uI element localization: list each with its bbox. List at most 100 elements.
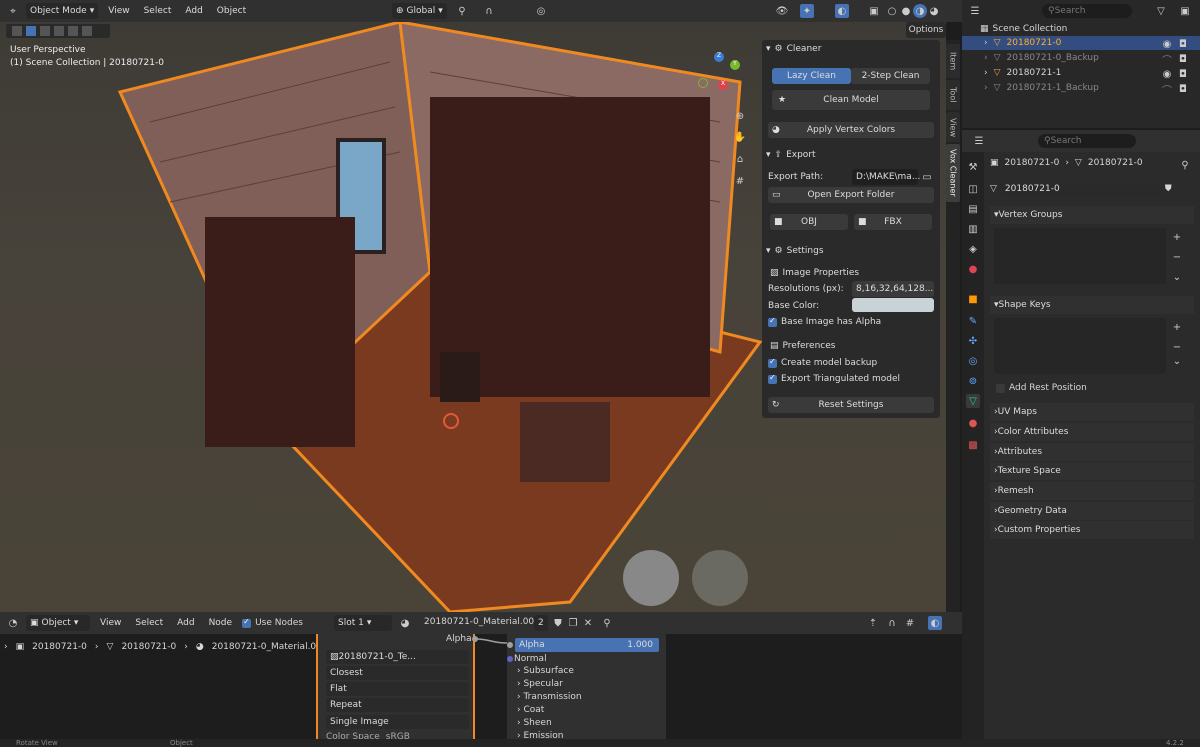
object-tab-icon[interactable]: ■ (966, 292, 980, 306)
navigation-gizmo[interactable]: Z Y X (698, 52, 744, 98)
pivot-icon[interactable]: ⚲ (455, 4, 469, 18)
visibility-icon[interactable]: 👁 (775, 4, 789, 18)
cleaner-header[interactable]: ▾ ⚙ Cleaner (766, 44, 936, 54)
material-name[interactable]: 20180721-0_Material.001 (424, 617, 540, 627)
subsurface-subpanel[interactable]: › Subsurface (517, 666, 574, 676)
particles-tab-icon[interactable]: ✣ (966, 334, 980, 348)
coat-subpanel[interactable]: › Coat (517, 705, 544, 715)
lazy-clean-button[interactable]: Lazy Clean (772, 68, 851, 84)
export-tri-checkbox[interactable]: Export Triangulated model (768, 373, 938, 384)
scene-tab-icon[interactable]: ◈ (966, 242, 980, 256)
export-header[interactable]: ▾ ⇪ Export (766, 150, 936, 160)
two-step-clean-button[interactable]: 2-Step Clean (851, 68, 930, 84)
folder-icon[interactable]: ▭ (920, 170, 934, 184)
axis-neg-y-icon[interactable] (698, 78, 708, 88)
tool-tab-icon[interactable]: ⚒ (966, 160, 980, 174)
filter-icon[interactable]: ▽ (1154, 4, 1168, 18)
axis-z-icon[interactable]: Z (714, 52, 724, 62)
fake-user-icon[interactable]: ⛊ (1165, 184, 1172, 194)
overlay-icon[interactable]: ◐ (835, 4, 849, 18)
mesh-name-field[interactable]: 20180721-0 (1000, 182, 1161, 196)
alpha-slider[interactable]: Alpha 1.000 (515, 638, 659, 652)
render-tab-icon[interactable]: ◫ (966, 182, 980, 196)
sheen-subpanel[interactable]: › Sheen (517, 718, 552, 728)
texture-tab-icon[interactable]: ▩ (966, 438, 980, 452)
xray-icon[interactable]: ▣ (867, 4, 881, 18)
normal-input-socket[interactable] (507, 656, 513, 662)
shader-type-dropdown[interactable]: ▣ Object ▾ (26, 615, 90, 631)
uv-maps-panel[interactable]: › UV Maps (990, 403, 1194, 421)
menu-node[interactable]: Node (205, 618, 237, 628)
parent-node-icon[interactable]: ⇡ (866, 616, 880, 630)
world-tab-icon[interactable]: ● (966, 262, 980, 276)
menu-object[interactable]: Object (213, 6, 250, 16)
tab-view[interactable]: View (946, 112, 960, 142)
pan-hand-icon[interactable]: ✋ (733, 130, 747, 144)
camera-icon[interactable]: ⌂ (733, 152, 747, 166)
vertex-groups-panel-header[interactable]: ▾ Vertex Groups (990, 206, 1194, 224)
obj-export-button[interactable]: ■ OBJ (770, 214, 848, 230)
reset-settings-button[interactable]: ↻ Reset Settings (768, 397, 934, 413)
pin-icon[interactable]: ⚲ (600, 616, 614, 630)
image-datablock[interactable]: ▨ 20180721-0_Te... (326, 650, 469, 664)
editor-type-icon[interactable]: ◔ (6, 616, 20, 630)
resolutions-dropdown[interactable]: 8,16,32,64,128... (852, 281, 934, 297)
fbx-export-button[interactable]: ■ FBX (854, 214, 932, 230)
gizmo-icon[interactable]: ✦ (800, 4, 814, 18)
tab-tool[interactable]: Tool (946, 80, 960, 110)
eye-icon[interactable]: ◉ (1160, 37, 1174, 51)
duplicate-icon[interactable]: ❐ (566, 616, 580, 630)
outliner-item[interactable]: › ▽ 20180721-1 (984, 68, 1061, 78)
shading-solid-icon[interactable]: ● (899, 4, 913, 18)
apply-vertex-colors-button[interactable]: ◕ Apply Vertex Colors (768, 122, 934, 138)
close-icon[interactable]: ✕ (581, 616, 595, 630)
eye-closed-icon[interactable]: ⌒ (1160, 82, 1174, 97)
menu-view[interactable]: View (96, 618, 125, 628)
overlay-icon[interactable]: ◐ (928, 616, 942, 630)
principled-bsdf-node[interactable]: Alpha 1.000 Normal › Subsurface › Specula… (507, 634, 666, 741)
specular-subpanel[interactable]: › Specular (517, 679, 563, 689)
shading-rendered-icon[interactable]: ◕ (927, 4, 941, 18)
camera-render-icon[interactable]: ◘ (1176, 37, 1190, 51)
snap-icon[interactable]: ∩ (482, 4, 496, 18)
ortho-grid-icon[interactable]: # (733, 174, 747, 188)
menu-select[interactable]: Select (140, 6, 176, 16)
add-collection-icon[interactable]: ▣ (1178, 4, 1192, 18)
material-users-count[interactable]: 2 (534, 615, 548, 631)
add-icon[interactable]: + (1170, 230, 1184, 244)
custom-properties-panel[interactable]: › Custom Properties (990, 521, 1194, 539)
open-export-folder-button[interactable]: ▭ Open Export Folder (768, 187, 934, 203)
use-nodes-checkbox[interactable]: Use Nodes (242, 617, 303, 628)
clean-model-button[interactable]: ★ Clean Model (772, 90, 930, 110)
remesh-panel[interactable]: › Remesh (990, 482, 1194, 500)
projection-dropdown[interactable]: Flat (326, 682, 469, 696)
physics-tab-icon[interactable]: ◎ (966, 354, 980, 368)
add-icon[interactable]: + (1170, 320, 1184, 334)
shading-material-icon[interactable]: ◑ (913, 4, 927, 18)
menu-add[interactable]: Add (173, 618, 198, 628)
export-path-input[interactable]: D:\MAKE\ma... (852, 169, 920, 185)
base-color-swatch[interactable] (852, 298, 934, 312)
axis-x-icon[interactable]: X (718, 80, 728, 90)
chevron-down-icon[interactable]: ⌄ (1170, 270, 1184, 284)
remove-icon[interactable]: − (1170, 250, 1184, 264)
image-texture-node[interactable]: Alpha ▨ 20180721-0_Te... Closest Flat Re… (316, 634, 478, 742)
tab-item[interactable]: Item (946, 44, 960, 78)
material-tab-icon[interactable]: ● (966, 416, 980, 430)
settings-header[interactable]: ▾ ⚙ Settings (766, 246, 936, 256)
camera-render-icon[interactable]: ◘ (1176, 52, 1190, 66)
base-alpha-checkbox[interactable]: Base Image has Alpha (768, 316, 938, 327)
mode-dropdown[interactable]: Object Mode ▾ (26, 3, 99, 19)
shape-keys-panel-header[interactable]: ▾ Shape Keys (990, 296, 1194, 314)
shading-wireframe-icon[interactable]: ○ (885, 4, 899, 18)
properties-search[interactable]: ⚲ Search (1038, 134, 1136, 148)
remove-icon[interactable]: − (1170, 340, 1184, 354)
color-attributes-panel[interactable]: › Color Attributes (990, 423, 1194, 441)
chevron-down-icon[interactable]: ⌄ (1170, 354, 1184, 368)
transmission-subpanel[interactable]: › Transmission (517, 692, 582, 702)
vertex-groups-list[interactable] (994, 228, 1166, 284)
snap-icon[interactable]: ∩ (885, 616, 899, 630)
modifier-tab-icon[interactable]: ✎ (966, 314, 980, 328)
tab-vox-cleaner[interactable]: Vox Cleaner (946, 144, 960, 202)
menu-select[interactable]: Select (131, 618, 167, 628)
